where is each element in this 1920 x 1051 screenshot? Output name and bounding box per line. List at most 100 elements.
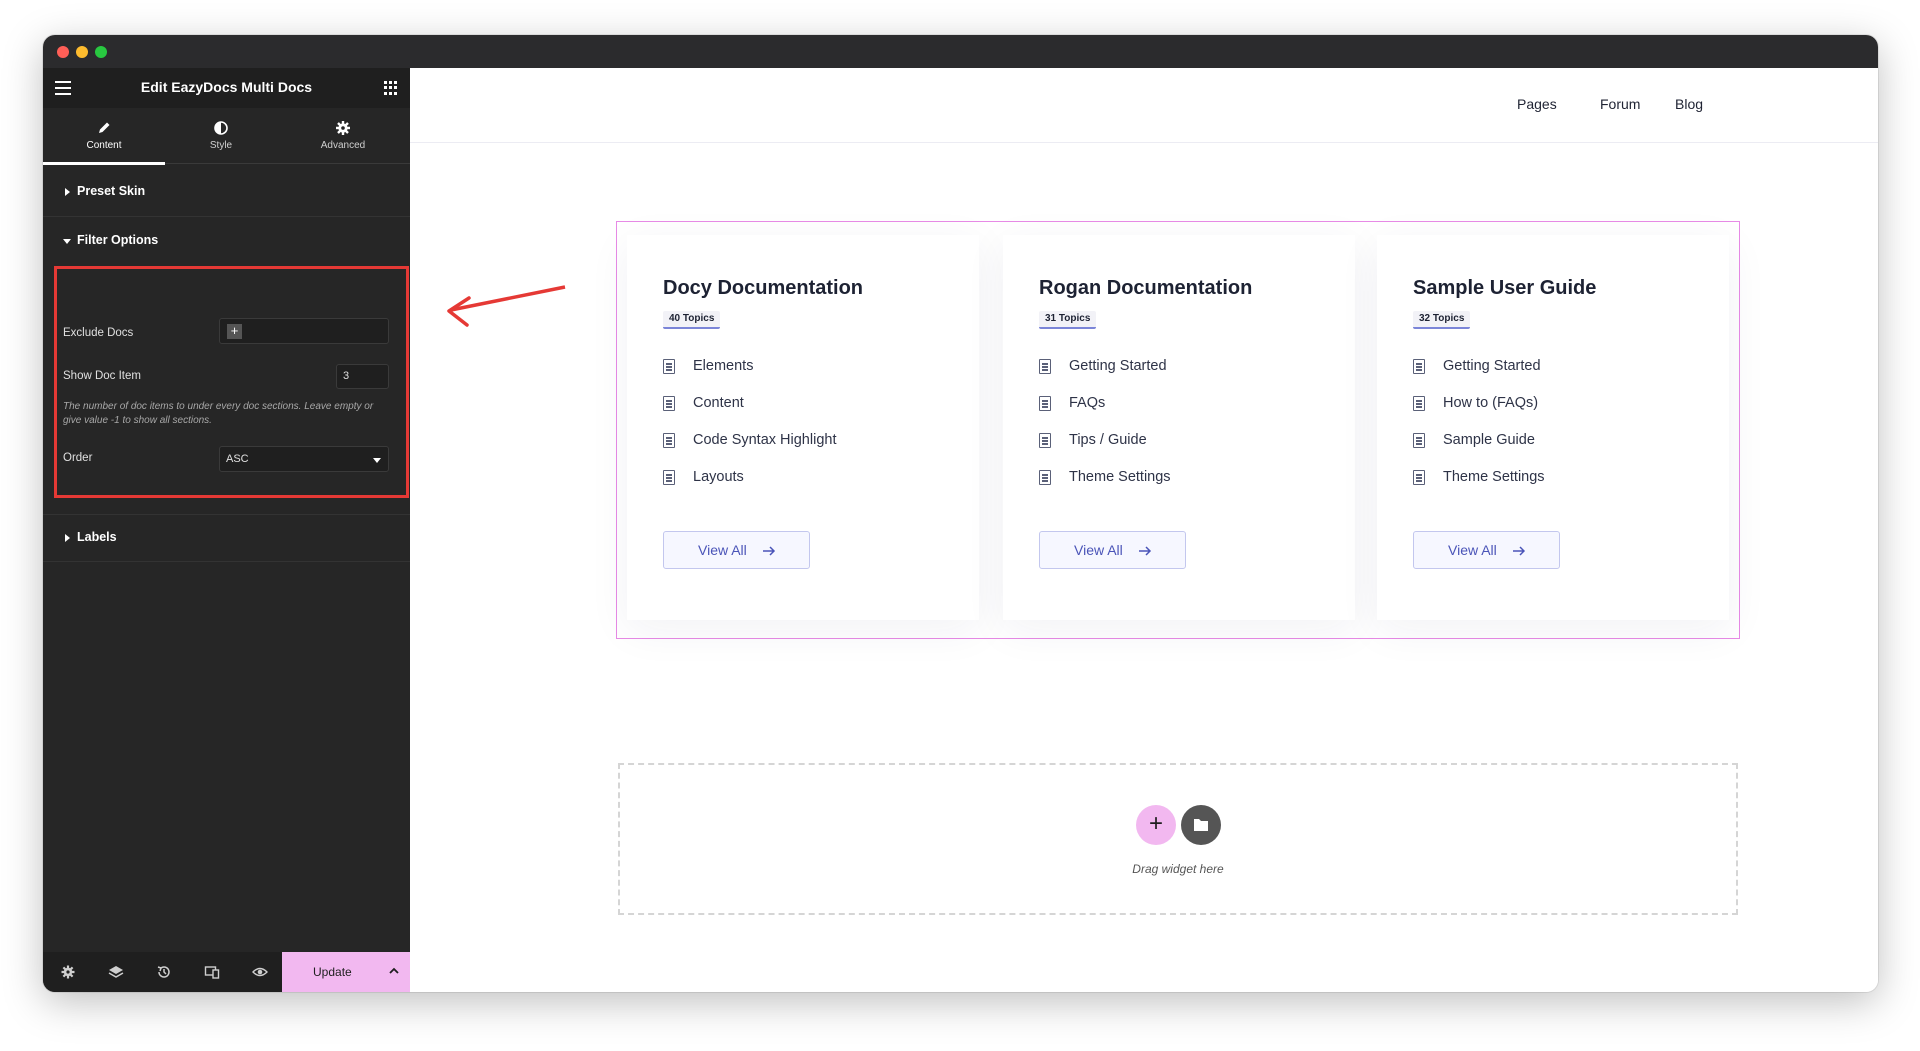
- panel-title: Edit EazyDocs Multi Docs: [140, 79, 313, 95]
- doc-item[interactable]: Theme Settings: [1413, 469, 1545, 506]
- arrow-right-icon: [1513, 546, 1526, 556]
- view-all-label: View All: [698, 542, 747, 558]
- widget-drop-zone[interactable]: + Drag widget here: [618, 763, 1738, 915]
- doc-item[interactable]: Sample Guide: [1413, 432, 1545, 469]
- doc-item[interactable]: Code Syntax Highlight: [663, 432, 836, 469]
- zoom-window-button[interactable]: [95, 46, 107, 58]
- close-window-button[interactable]: [57, 46, 69, 58]
- doc-item[interactable]: Getting Started: [1039, 358, 1171, 395]
- view-all-button[interactable]: View All: [1413, 531, 1560, 569]
- tab-content[interactable]: Content: [43, 108, 165, 165]
- document-icon: [1413, 470, 1425, 485]
- document-icon: [663, 359, 675, 374]
- document-icon: [663, 396, 675, 411]
- tab-advanced[interactable]: Advanced: [282, 108, 404, 164]
- editor-panel: Edit EazyDocs Multi Docs Content Style A…: [43, 68, 410, 992]
- view-all-button[interactable]: View All: [663, 531, 810, 569]
- document-icon: [1039, 433, 1051, 448]
- panel-footer: Update: [43, 952, 410, 992]
- doc-item-list: Elements Content Code Syntax Highlight L…: [663, 358, 836, 506]
- doc-item-label: FAQs: [1069, 395, 1106, 411]
- view-all-button[interactable]: View All: [1039, 531, 1186, 569]
- caret-right-icon: [65, 534, 70, 542]
- document-icon: [663, 470, 675, 485]
- chevron-up-icon[interactable]: [388, 965, 400, 977]
- view-all-label: View All: [1074, 542, 1123, 558]
- arrow-right-icon: [1139, 546, 1152, 556]
- add-section-button[interactable]: +: [1136, 805, 1176, 845]
- document-icon: [1413, 433, 1425, 448]
- caret-down-icon: [63, 239, 71, 244]
- doc-card: Docy Documentation 40 Topics Elements Co…: [627, 235, 979, 620]
- topics-badge: 31 Topics: [1039, 311, 1097, 329]
- tab-content-label: Content: [86, 140, 122, 151]
- document-icon: [1039, 470, 1051, 485]
- doc-card-title[interactable]: Docy Documentation: [663, 277, 863, 300]
- topics-badge: 32 Topics: [1413, 311, 1471, 329]
- doc-item[interactable]: Elements: [663, 358, 836, 395]
- caret-right-icon: [65, 188, 70, 196]
- preview-eye-icon[interactable]: [252, 964, 268, 980]
- doc-item-label: Getting Started: [1069, 358, 1167, 374]
- doc-item[interactable]: Tips / Guide: [1039, 432, 1171, 469]
- doc-item[interactable]: How to (FAQs): [1413, 395, 1545, 432]
- doc-item[interactable]: Getting Started: [1413, 358, 1545, 395]
- half-circle-icon: [214, 121, 228, 135]
- topics-badge: 40 Topics: [663, 311, 721, 329]
- tab-style[interactable]: Style: [160, 108, 282, 164]
- panel-header: Edit EazyDocs Multi Docs: [43, 68, 410, 108]
- doc-card-title[interactable]: Rogan Documentation: [1039, 277, 1252, 300]
- doc-item[interactable]: Theme Settings: [1039, 469, 1171, 506]
- settings-icon[interactable]: [60, 964, 76, 980]
- doc-item-label: Theme Settings: [1069, 469, 1171, 485]
- doc-card-title[interactable]: Sample User Guide: [1413, 277, 1596, 300]
- section-labels-label: Labels: [77, 530, 117, 544]
- tab-advanced-label: Advanced: [320, 140, 366, 151]
- document-icon: [1039, 359, 1051, 374]
- doc-item-label: Content: [693, 395, 744, 411]
- history-icon[interactable]: [156, 964, 172, 980]
- document-icon: [1039, 396, 1051, 411]
- pencil-icon: [99, 122, 110, 133]
- tab-style-label: Style: [209, 140, 233, 151]
- responsive-icon[interactable]: [204, 964, 220, 980]
- arrow-right-icon: [763, 546, 776, 556]
- folder-icon: [1194, 819, 1208, 831]
- doc-item-label: Theme Settings: [1443, 469, 1545, 485]
- doc-card: Rogan Documentation 31 Topics Getting St…: [1003, 235, 1355, 620]
- top-navigation: Pages Forum Blog: [410, 68, 1878, 143]
- update-button[interactable]: Update: [282, 952, 410, 992]
- annotation-arrow-icon: [447, 285, 566, 327]
- doc-item-label: Layouts: [693, 469, 744, 485]
- section-filter-options-label: Filter Options: [77, 233, 159, 247]
- doc-item-label: Sample Guide: [1443, 432, 1535, 448]
- minimize-window-button[interactable]: [76, 46, 88, 58]
- document-icon: [1413, 359, 1425, 374]
- section-labels[interactable]: Labels: [43, 514, 410, 562]
- doc-item[interactable]: Layouts: [663, 469, 836, 506]
- nav-link-blog[interactable]: Blog: [1675, 96, 1703, 112]
- doc-item-label: Getting Started: [1443, 358, 1541, 374]
- widgets-grid-icon[interactable]: [384, 81, 398, 95]
- page-preview: Pages Forum Blog Docy Documentation 40 T…: [410, 68, 1878, 992]
- doc-item-label: Code Syntax Highlight: [693, 432, 837, 448]
- doc-item[interactable]: Content: [663, 395, 836, 432]
- doc-item-label: Elements: [693, 358, 754, 374]
- drop-zone-hint: Drag widget here: [1132, 862, 1224, 876]
- doc-item-label: Tips / Guide: [1069, 432, 1147, 448]
- doc-card: Sample User Guide 32 Topics Getting Star…: [1377, 235, 1729, 620]
- window-titlebar: [43, 35, 1878, 68]
- section-preset-skin[interactable]: Preset Skin: [43, 169, 410, 217]
- nav-link-forum[interactable]: Forum: [1600, 96, 1640, 112]
- gear-icon: [336, 121, 350, 135]
- panel-tabs: Content Style Advanced: [43, 108, 410, 165]
- document-icon: [663, 433, 675, 448]
- section-filter-options[interactable]: Filter Options: [43, 218, 410, 266]
- layers-icon[interactable]: [108, 964, 124, 980]
- nav-link-pages[interactable]: Pages: [1517, 96, 1557, 112]
- doc-item-label: How to (FAQs): [1443, 395, 1539, 411]
- template-library-button[interactable]: [1181, 805, 1221, 845]
- doc-item[interactable]: FAQs: [1039, 395, 1171, 432]
- multi-docs-widget[interactable]: Docy Documentation 40 Topics Elements Co…: [616, 221, 1740, 639]
- section-preset-skin-label: Preset Skin: [77, 184, 146, 198]
